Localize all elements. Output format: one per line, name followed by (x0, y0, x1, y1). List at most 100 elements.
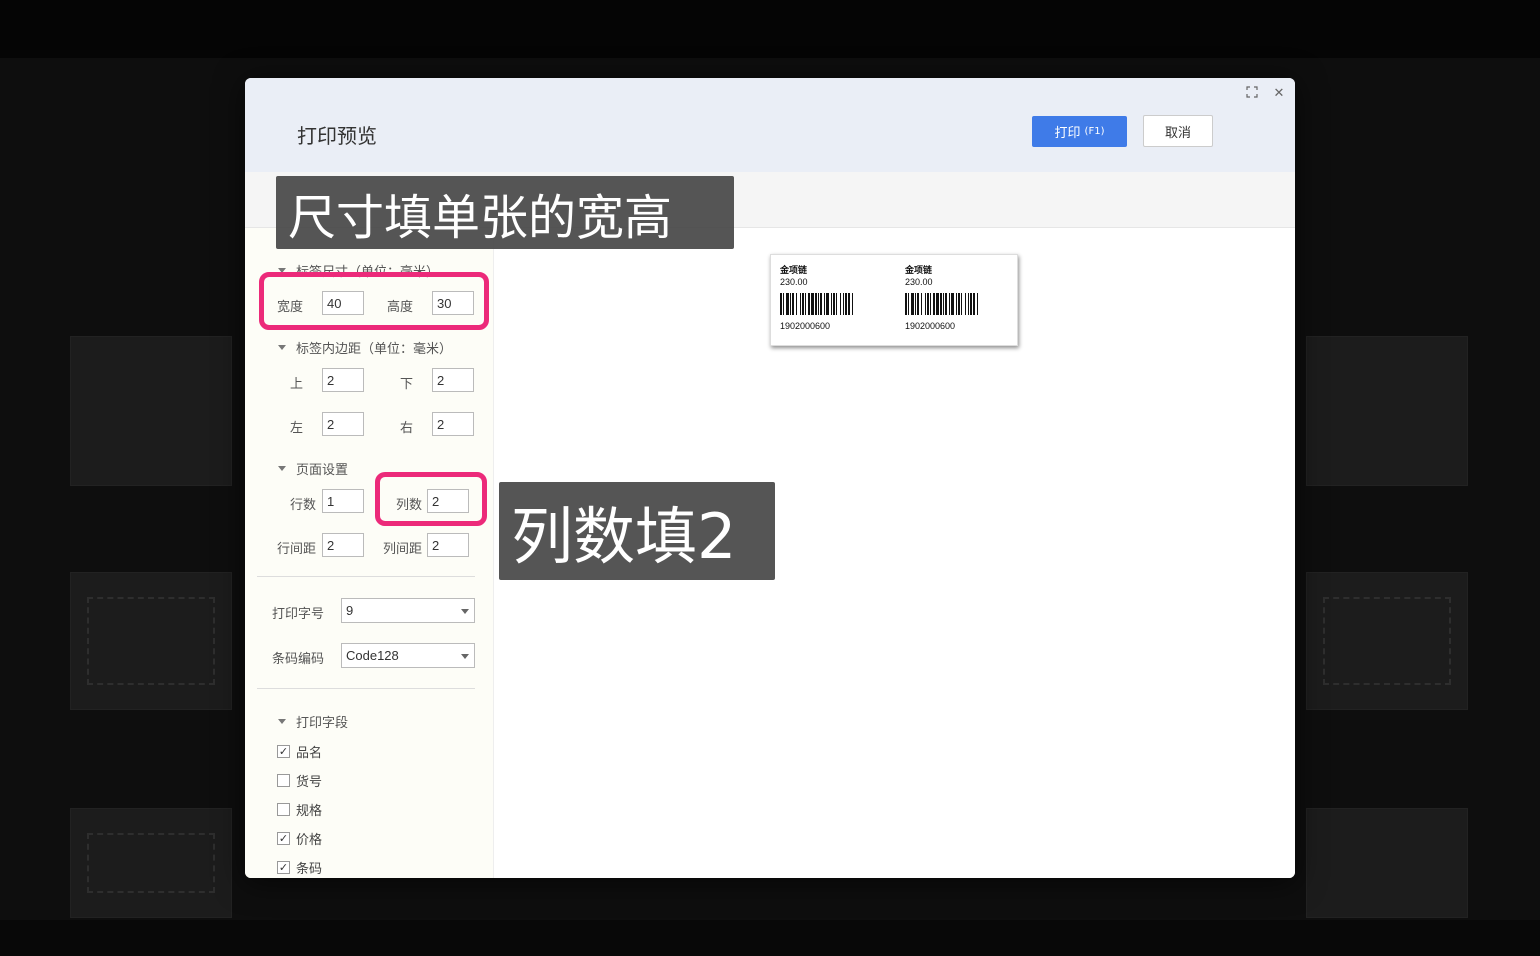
barcode-bar (783, 293, 784, 315)
field-checkbox-label: 条码 (296, 862, 323, 877)
barcode-bar (780, 293, 782, 315)
barcode-bar (921, 293, 922, 315)
padding-top-label: 上 (290, 377, 304, 392)
background-product-tile (1306, 808, 1468, 918)
checkbox-unchecked-icon[interactable] (277, 774, 290, 787)
barcode-type-select[interactable]: Code128 (341, 643, 475, 668)
background-statusbar (0, 920, 1540, 956)
barcode-bar (905, 293, 907, 315)
dialog-header: 打印预览 ✕ 打印 (F1) 取消 (245, 78, 1295, 172)
background-upload-tile (70, 572, 232, 710)
barcode-image (780, 293, 853, 315)
barcode-bar (815, 293, 817, 315)
barcode-image (905, 293, 978, 315)
barcode-bar (800, 293, 801, 315)
barcode-bar (820, 293, 822, 315)
print-fields-section[interactable]: 打印字段 (278, 712, 348, 731)
checkbox-checked-icon[interactable]: ✓ (277, 745, 290, 758)
barcode-bar (824, 293, 825, 315)
font-size-select[interactable]: 9 (341, 598, 475, 623)
barcode-bar (961, 293, 962, 315)
print-button[interactable]: 打印 (F1) (1032, 116, 1127, 147)
field-checkbox-label: 品名 (296, 746, 323, 761)
background-upload-tile (70, 808, 232, 918)
label-padding-section[interactable]: 标签内边距（单位：毫米） (278, 338, 452, 357)
padding-right-label: 右 (400, 421, 414, 436)
field-checkbox[interactable]: 货号 (277, 771, 322, 790)
chevron-down-icon (461, 609, 469, 614)
label-name: 金项链 (905, 265, 933, 275)
barcode-bar (790, 293, 791, 315)
background-product-tile (1306, 336, 1468, 486)
barcode-bar (818, 293, 819, 315)
barcode-bar (936, 293, 939, 315)
cols-highlight-box (375, 472, 487, 526)
barcode-bar (940, 293, 942, 315)
barcode-bar (945, 293, 947, 315)
barcode-bar (943, 293, 944, 315)
barcode-bar (786, 293, 789, 315)
padding-left-input[interactable] (322, 412, 364, 436)
row-gap-input[interactable] (322, 533, 364, 557)
label-code: 1902000600 (780, 321, 831, 331)
barcode-bar (911, 293, 914, 315)
barcode-bar (840, 293, 841, 315)
barcode-bar (973, 293, 975, 315)
dialog-title: 打印预览 (297, 124, 377, 148)
rows-input[interactable] (322, 489, 364, 513)
print-shortcut: (F1) (1084, 126, 1105, 137)
barcode-bar (796, 293, 797, 315)
background-product-tile (70, 336, 232, 486)
size-annotation: 尺寸填单张的宽高 (276, 176, 734, 249)
padding-bottom-label: 下 (400, 377, 414, 392)
barcode-bar (949, 293, 950, 315)
barcode-bar (930, 293, 931, 315)
divider (257, 576, 475, 577)
barcode-bar (833, 293, 835, 315)
fullscreen-icon[interactable] (1245, 86, 1259, 100)
barcode-bar (977, 293, 978, 315)
collapse-triangle-icon (278, 345, 286, 350)
padding-top-input[interactable] (322, 368, 364, 392)
cancel-button[interactable]: 取消 (1143, 115, 1213, 147)
barcode-bar (808, 293, 810, 315)
barcode-bar (848, 293, 850, 315)
print-button-label: 打印 (1054, 126, 1081, 141)
label-price: 230.00 (905, 277, 933, 287)
label-code: 1902000600 (905, 321, 956, 331)
section-heading: 页面设置 (296, 463, 349, 478)
checkbox-unchecked-icon[interactable] (277, 803, 290, 816)
barcode-bar (915, 293, 916, 315)
padding-right-input[interactable] (432, 412, 474, 436)
field-checkbox[interactable]: ✓ 条码 (277, 858, 322, 877)
barcode-bar (970, 293, 972, 315)
barcode-bar (831, 293, 832, 315)
checkbox-checked-icon[interactable]: ✓ (277, 861, 290, 874)
barcode-bar (958, 293, 960, 315)
padding-left-label: 左 (290, 421, 304, 436)
rows-label: 行数 (290, 498, 317, 513)
barcode-bar (956, 293, 957, 315)
barcode-bar (908, 293, 909, 315)
font-size-label: 打印字号 (272, 607, 325, 622)
row-gap-label: 行间距 (277, 542, 317, 557)
padding-bottom-input[interactable] (432, 368, 474, 392)
checkbox-checked-icon[interactable]: ✓ (277, 832, 290, 845)
barcode-bar (933, 293, 935, 315)
field-checkbox[interactable]: ✓ 价格 (277, 829, 322, 848)
background-topbar (0, 0, 1540, 58)
barcode-bar (852, 293, 853, 315)
close-icon[interactable]: ✕ (1272, 86, 1286, 100)
barcode-bar (917, 293, 919, 315)
field-checkbox[interactable]: 规格 (277, 800, 322, 819)
barcode-bar (951, 293, 954, 315)
size-highlight-box (259, 272, 489, 330)
field-checkbox[interactable]: ✓ 品名 (277, 742, 322, 761)
barcode-bar (836, 293, 837, 315)
section-heading: 标签内边距（单位：毫米） (296, 342, 453, 357)
page-setup-section[interactable]: 页面设置 (278, 459, 348, 478)
col-gap-input[interactable] (427, 533, 469, 557)
label-sheet: 金项链 230.00 1902000600 金项链 230.00 1902000… (770, 254, 1018, 346)
barcode-bar (826, 293, 829, 315)
field-checkbox-label: 货号 (296, 775, 323, 790)
